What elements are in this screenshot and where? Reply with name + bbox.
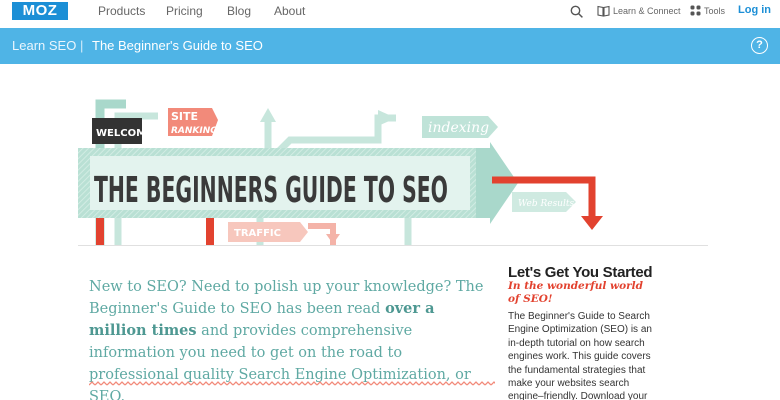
nav-tools[interactable]: Tools (704, 6, 725, 16)
hero-divider (78, 245, 708, 246)
breadcrumb-separator: | (80, 38, 84, 53)
search-icon[interactable] (570, 5, 583, 18)
ranking-label: RANKING (171, 126, 218, 136)
nav-about[interactable]: About (274, 4, 305, 18)
nav-blog[interactable]: Blog (227, 4, 251, 18)
welcome-label: WELCOME (96, 128, 153, 139)
page-title: The Beginner's Guide to SEO (92, 38, 263, 53)
moz-logo[interactable]: MOZ (12, 2, 68, 20)
nav-learn-connect[interactable]: Learn & Connect (613, 6, 681, 16)
hero-illustration: indexing THE BEGINNERS GUIDE TO SEO Web … (78, 99, 603, 246)
sidebar-subtitle: In the wonderful world of SEO! (508, 280, 643, 305)
web-results-label: Web Results (518, 199, 574, 209)
hero-headline: THE BEGINNERS GUIDE TO SEO (94, 170, 448, 211)
sidebar-body: The Beginner's Guide to Search Engine Op… (508, 311, 652, 400)
top-navigation: MOZ Products Pricing Blog About Learn & … (0, 0, 780, 26)
help-icon[interactable]: ? (751, 37, 768, 54)
site-label: SITE (171, 110, 198, 123)
breadcrumb-learn-seo[interactable]: Learn SEO (12, 38, 76, 53)
nav-products[interactable]: Products (98, 4, 145, 18)
indexing-label: indexing (428, 120, 489, 136)
traffic-label: TRAFFIC (234, 228, 281, 239)
sidebar-title: Let's Get You Started (508, 264, 653, 281)
nav-pricing[interactable]: Pricing (166, 4, 203, 18)
tools-grid-icon (690, 5, 701, 16)
breadcrumb-bar: Learn SEO | The Beginner's Guide to SEO … (0, 28, 780, 64)
book-icon (597, 5, 610, 17)
zigzag-divider (89, 381, 495, 387)
login-link[interactable]: Log in (738, 4, 771, 16)
